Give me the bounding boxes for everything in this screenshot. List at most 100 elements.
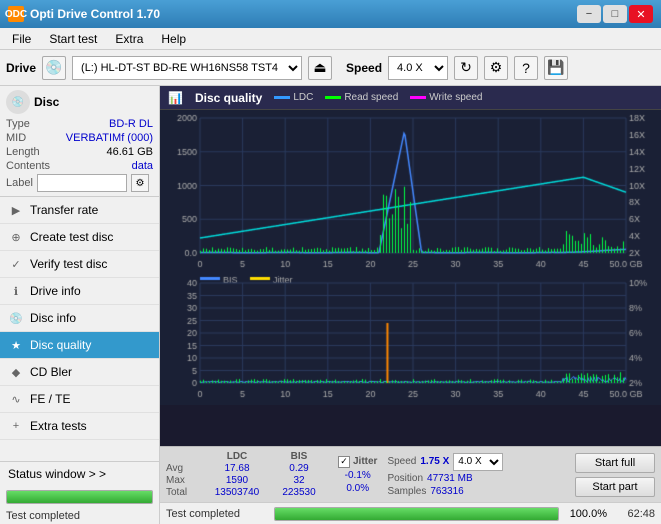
sidebar-status-text: Test completed bbox=[0, 508, 159, 524]
close-button[interactable]: ✕ bbox=[629, 5, 653, 23]
maximize-button[interactable]: □ bbox=[603, 5, 627, 23]
legend-ldc-color bbox=[274, 96, 290, 99]
position-row: Position 47731 MB bbox=[387, 473, 503, 484]
stats-row-1: LDC BIS Avg 17.68 0.29 Max 1590 32 Total… bbox=[166, 451, 655, 498]
start-part-button[interactable]: Start part bbox=[575, 477, 655, 497]
avg-bis: 0.29 bbox=[270, 463, 328, 474]
main-content: 📊 Disc quality LDC Read speed Write spee… bbox=[160, 86, 661, 524]
disc-length-row: Length 46.61 GB bbox=[6, 146, 153, 158]
disc-type-row: Type BD-R DL bbox=[6, 118, 153, 130]
max-bis: 32 bbox=[270, 475, 328, 486]
jitter-checkbox[interactable]: ✓ bbox=[338, 456, 350, 468]
disc-panel: 💿 Disc Type BD-R DL MID VERBATIMf (000) … bbox=[0, 86, 159, 197]
menu-help[interactable]: Help bbox=[153, 30, 194, 48]
charts-container bbox=[160, 110, 661, 446]
title-bar-left: ODC Opti Drive Control 1.70 bbox=[8, 6, 160, 22]
drive-select[interactable]: (L:) HL-DT-ST BD-RE WH16NS58 TST4 bbox=[72, 56, 302, 80]
menu-extra[interactable]: Extra bbox=[107, 30, 151, 48]
bottom-chart bbox=[160, 275, 661, 405]
extra-tests-label: Extra tests bbox=[30, 419, 87, 433]
total-bis: 223530 bbox=[270, 487, 328, 498]
eject-button[interactable]: ⏏ bbox=[308, 56, 332, 80]
verify-test-disc-label: Verify test disc bbox=[30, 257, 107, 271]
app-icon: ODC bbox=[8, 6, 24, 22]
speed-label: Speed bbox=[346, 61, 382, 75]
disc-quality-icon: ★ bbox=[8, 337, 24, 353]
speed-select-stats[interactable]: 4.0 X bbox=[453, 453, 503, 471]
help-button[interactable]: ? bbox=[514, 56, 538, 80]
disc-contents-val: data bbox=[132, 160, 153, 172]
speed-select[interactable]: 4.0 X bbox=[388, 56, 448, 80]
top-chart bbox=[160, 110, 661, 275]
drive-info-icon: ℹ bbox=[8, 283, 24, 299]
total-label: Total bbox=[166, 487, 204, 498]
cd-bler-label: CD Bler bbox=[30, 365, 72, 379]
drive-label: Drive bbox=[6, 61, 36, 75]
sidebar-item-disc-quality[interactable]: ★ Disc quality bbox=[0, 332, 159, 359]
disc-length-val: 46.61 GB bbox=[107, 146, 153, 158]
drive-info-label: Drive info bbox=[30, 284, 81, 298]
stats-ldc-header: LDC bbox=[208, 451, 266, 462]
sidebar-item-extra-tests[interactable]: + Extra tests bbox=[0, 413, 159, 440]
bottom-time: 62:48 bbox=[615, 508, 655, 520]
disc-label-input[interactable] bbox=[37, 174, 127, 192]
toolbar: Drive 💿 (L:) HL-DT-ST BD-RE WH16NS58 TST… bbox=[0, 50, 661, 86]
sidebar-item-disc-info[interactable]: 💿 Disc info bbox=[0, 305, 159, 332]
jitter-header: ✓ Jitter bbox=[338, 456, 377, 468]
jitter-max: 0.0% bbox=[338, 483, 377, 494]
sidebar-item-cd-bler[interactable]: ◆ CD Bler bbox=[0, 359, 159, 386]
disc-mid-key: MID bbox=[6, 132, 26, 144]
stats-table: LDC BIS Avg 17.68 0.29 Max 1590 32 Total… bbox=[166, 451, 328, 498]
sidebar-item-create-test-disc[interactable]: ⊕ Create test disc bbox=[0, 224, 159, 251]
minimize-button[interactable]: − bbox=[577, 5, 601, 23]
status-bar-sidebar: Status window > > Test completed bbox=[0, 461, 159, 524]
legend-ldc: LDC bbox=[274, 92, 313, 103]
main-layout: 💿 Disc Type BD-R DL MID VERBATIMf (000) … bbox=[0, 86, 661, 524]
disc-type-key: Type bbox=[6, 118, 30, 130]
sidebar-item-verify-test-disc[interactable]: ✓ Verify test disc bbox=[0, 251, 159, 278]
refresh-button[interactable]: ↻ bbox=[454, 56, 478, 80]
legend-read-label: Read speed bbox=[344, 92, 398, 103]
disc-label-key: Label bbox=[6, 177, 33, 189]
bottom-progress-bar bbox=[274, 507, 559, 521]
create-test-disc-icon: ⊕ bbox=[8, 229, 24, 245]
jitter-avg: -0.1% bbox=[338, 470, 377, 481]
speed-section: Speed 1.75 X 4.0 X Position 47731 MB Sam… bbox=[387, 453, 503, 497]
sidebar-progress-bar bbox=[6, 490, 153, 504]
action-buttons: Start full Start part bbox=[575, 453, 655, 497]
status-window-label: Status window > > bbox=[8, 467, 106, 481]
settings-button[interactable]: ⚙ bbox=[484, 56, 508, 80]
status-window-button[interactable]: Status window > > bbox=[0, 462, 159, 486]
fe-te-label: FE / TE bbox=[30, 392, 70, 406]
disc-panel-title: Disc bbox=[34, 95, 59, 109]
disc-info-icon: 💿 bbox=[8, 310, 24, 326]
menu-file[interactable]: File bbox=[4, 30, 39, 48]
save-button[interactable]: 💾 bbox=[544, 56, 568, 80]
speed-val: 1.75 X bbox=[420, 456, 449, 467]
disc-type-val: BD-R DL bbox=[109, 118, 153, 130]
title-bar-controls: − □ ✕ bbox=[577, 5, 653, 23]
disc-contents-key: Contents bbox=[6, 160, 50, 172]
avg-label: Avg bbox=[166, 463, 204, 474]
disc-quality-label: Disc quality bbox=[30, 338, 91, 352]
sidebar-item-fe-te[interactable]: ∿ FE / TE bbox=[0, 386, 159, 413]
sidebar-progress-fill bbox=[7, 491, 152, 503]
samples-row: Samples 763316 bbox=[387, 486, 503, 497]
legend-ldc-label: LDC bbox=[293, 92, 313, 103]
avg-ldc: 17.68 bbox=[208, 463, 266, 474]
legend-write-label: Write speed bbox=[429, 92, 482, 103]
disc-label-btn[interactable]: ⚙ bbox=[131, 174, 149, 192]
sidebar-item-transfer-rate[interactable]: ▶ Transfer rate bbox=[0, 197, 159, 224]
transfer-rate-icon: ▶ bbox=[8, 202, 24, 218]
start-full-button[interactable]: Start full bbox=[575, 453, 655, 473]
sidebar-item-drive-info[interactable]: ℹ Drive info bbox=[0, 278, 159, 305]
drive-icon-btn[interactable]: 💿 bbox=[42, 56, 66, 80]
menu-start-test[interactable]: Start test bbox=[41, 30, 105, 48]
sidebar: 💿 Disc Type BD-R DL MID VERBATIMf (000) … bbox=[0, 86, 160, 524]
extra-tests-icon: + bbox=[8, 418, 24, 434]
create-test-disc-label: Create test disc bbox=[30, 230, 113, 244]
speed-info-row: Speed 1.75 X 4.0 X bbox=[387, 453, 503, 471]
chart-header: 📊 Disc quality LDC Read speed Write spee… bbox=[160, 86, 661, 110]
samples-key: Samples bbox=[387, 486, 426, 497]
disc-length-key: Length bbox=[6, 146, 40, 158]
